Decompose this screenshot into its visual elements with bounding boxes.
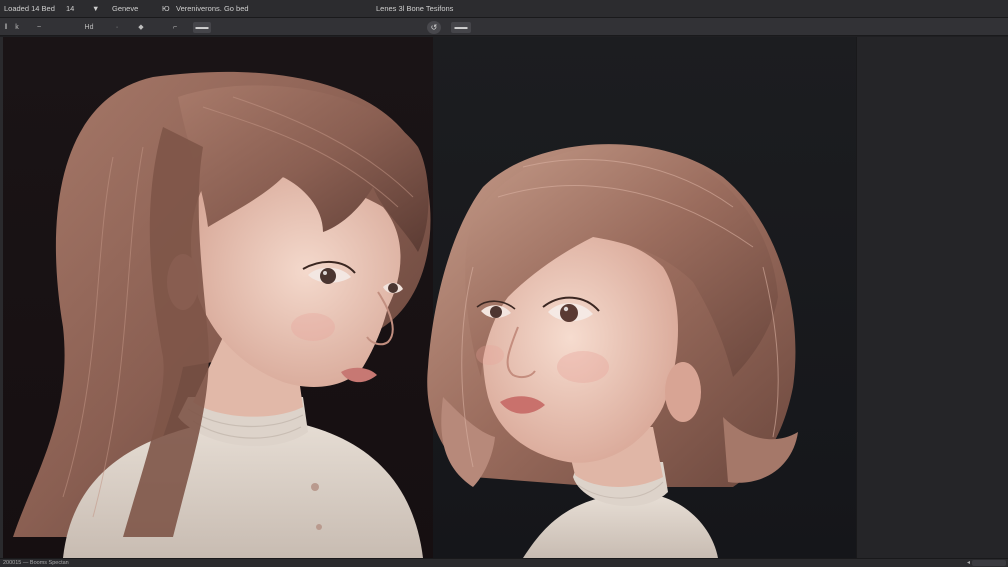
menu-item-view[interactable]: Vereniverons. Go bed bbox=[176, 3, 249, 14]
portrait-illustration bbox=[13, 71, 798, 558]
move-tool-icon[interactable]: k bbox=[12, 22, 22, 33]
options-button[interactable]: ▬▬ bbox=[193, 22, 211, 33]
side-panel bbox=[856, 37, 1008, 558]
status-bar: 200015 — Booms Spectan ◂ bbox=[0, 558, 1008, 567]
left-figure bbox=[13, 71, 431, 558]
fill-tool-icon[interactable]: ◆ bbox=[136, 22, 146, 33]
view-options-button[interactable]: ▬▬ bbox=[451, 22, 471, 33]
menu-item-zoom[interactable]: 14 bbox=[66, 3, 74, 14]
tool-options-bar: ‖ k ~ Hd · ◆ ⌐ ▬▬ ↺ ▬▬ bbox=[0, 17, 1008, 36]
right-figure bbox=[427, 144, 798, 558]
document-canvas[interactable] bbox=[3, 37, 856, 558]
menu-item-file[interactable]: Loaded 14 Bed bbox=[4, 3, 55, 14]
crop-tool-icon[interactable]: ⌐ bbox=[170, 22, 180, 33]
scroll-arrow-icon[interactable]: ◂ bbox=[967, 559, 970, 567]
separator-dot-icon: · bbox=[115, 24, 119, 31]
status-text: 200015 — Booms Spectan bbox=[3, 560, 69, 566]
rotate-view-icon[interactable]: ↺ bbox=[427, 21, 441, 34]
toolbar-grip-icon: ‖ bbox=[4, 24, 8, 31]
brush-tool-icon[interactable]: ~ bbox=[32, 22, 46, 33]
horizontal-scrollbar[interactable] bbox=[972, 560, 1006, 566]
menu-item-icon[interactable]: Ю bbox=[162, 3, 170, 14]
hd-tool-icon[interactable]: Hd bbox=[82, 22, 96, 33]
menu-item-geneve[interactable]: Geneve bbox=[112, 3, 138, 14]
menu-item-layers[interactable]: Lenes 3l Bone Tesifons bbox=[376, 3, 453, 14]
menu-item-pin[interactable]: ▼ bbox=[92, 3, 99, 14]
menu-bar: Loaded 14 Bed 14 ▼ Geneve Ю Vereniverons… bbox=[0, 0, 1008, 17]
